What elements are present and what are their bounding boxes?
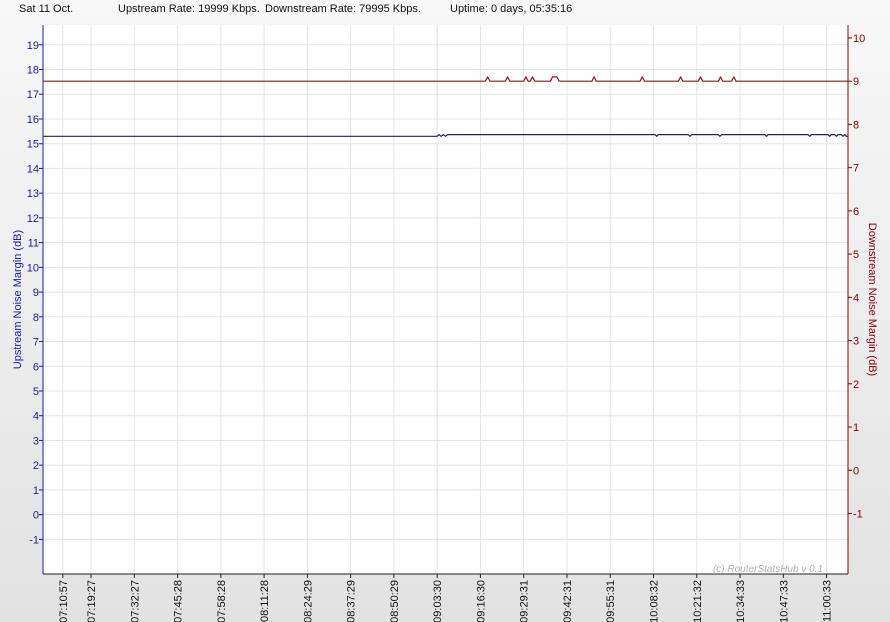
left-tick-label: 6 (33, 361, 39, 373)
left-tick-label: 12 (27, 213, 39, 225)
right-tick-label: 1 (853, 422, 859, 434)
x-tick-label: 09:29:31 (519, 580, 531, 622)
left-tick-label: 14 (27, 163, 39, 175)
left-tick-label: 10 (27, 262, 39, 274)
x-tick-label: 10:21:32 (692, 580, 704, 622)
left-tick-label: 0 (33, 510, 39, 522)
right-tick-label: 4 (853, 292, 859, 304)
router-stats-window: Sat 11 Oct. Upstream Rate: 19999 Kbps. D… (0, 0, 890, 622)
x-tick-label: 08:37:29 (346, 580, 358, 622)
downstream-axis-title: Downstream Noise Margin (dB) (866, 223, 878, 376)
x-tick-label: 07:10:57 (58, 580, 70, 622)
x-tick-label: 08:11:28 (259, 580, 271, 622)
right-tick-label: 5 (853, 249, 859, 261)
x-tick-label: 10:47:33 (778, 580, 790, 622)
left-tick-label: 1 (33, 485, 39, 497)
left-tick-label: 8 (33, 312, 39, 324)
x-tick-label: 10:34:33 (735, 580, 747, 622)
left-tick-label: 3 (33, 435, 39, 447)
noise-margin-chart: 191817161514131211109876543210-1 1098765… (12, 25, 878, 622)
left-tick-label: 7 (33, 337, 39, 349)
upstream-y-axis: 191817161514131211109876543210-1 (27, 25, 44, 574)
x-tick-label: 07:45:28 (173, 580, 185, 622)
left-tick-label: -1 (29, 534, 39, 546)
left-tick-label: 5 (33, 386, 39, 398)
left-tick-label: 18 (27, 65, 39, 77)
plot-area (43, 25, 848, 574)
right-tick-label: 9 (853, 76, 859, 88)
right-tick-label: -1 (853, 508, 863, 520)
x-tick-label: 11:00:33 (822, 580, 834, 622)
x-tick-label: 09:55:31 (605, 580, 617, 622)
x-tick-label: 07:58:28 (216, 580, 228, 622)
left-tick-label: 17 (27, 89, 39, 101)
x-tick-label: 10:08:32 (649, 580, 661, 622)
left-tick-label: 9 (33, 287, 39, 299)
x-tick-label: 09:42:31 (562, 580, 574, 622)
right-tick-label: 6 (853, 206, 859, 218)
right-tick-label: 7 (853, 163, 859, 175)
right-tick-label: 10 (853, 33, 865, 45)
left-tick-label: 16 (27, 114, 39, 126)
left-tick-label: 4 (33, 411, 39, 423)
downstream-y-axis: 109876543210-1 (847, 25, 865, 574)
right-tick-label: 8 (853, 119, 859, 131)
x-tick-label: 08:50:29 (389, 580, 401, 622)
right-tick-label: 2 (853, 379, 859, 391)
x-tick-label: 08:24:29 (302, 580, 314, 622)
right-tick-label: 3 (853, 336, 859, 348)
x-tick-label: 09:03:30 (432, 580, 444, 622)
left-tick-label: 19 (27, 40, 39, 52)
left-tick-label: 13 (27, 188, 39, 200)
x-tick-label: 07:19:27 (86, 580, 98, 622)
watermark-text: (c) RouterStatsHub v 0.1 (713, 564, 823, 575)
left-tick-label: 2 (33, 460, 39, 472)
time-x-axis: 07:10:57 07:19:27 07:32:27 07:45:28 07:58:28… (43, 573, 848, 622)
left-tick-label: 15 (27, 139, 39, 151)
x-tick-label: 09:16:30 (475, 580, 487, 622)
right-tick-label: 0 (853, 465, 859, 477)
left-tick-label: 11 (28, 238, 39, 250)
upstream-axis-title: Upstream Noise Margin (dB) (12, 230, 24, 369)
x-tick-label: 07:32:27 (129, 580, 141, 622)
